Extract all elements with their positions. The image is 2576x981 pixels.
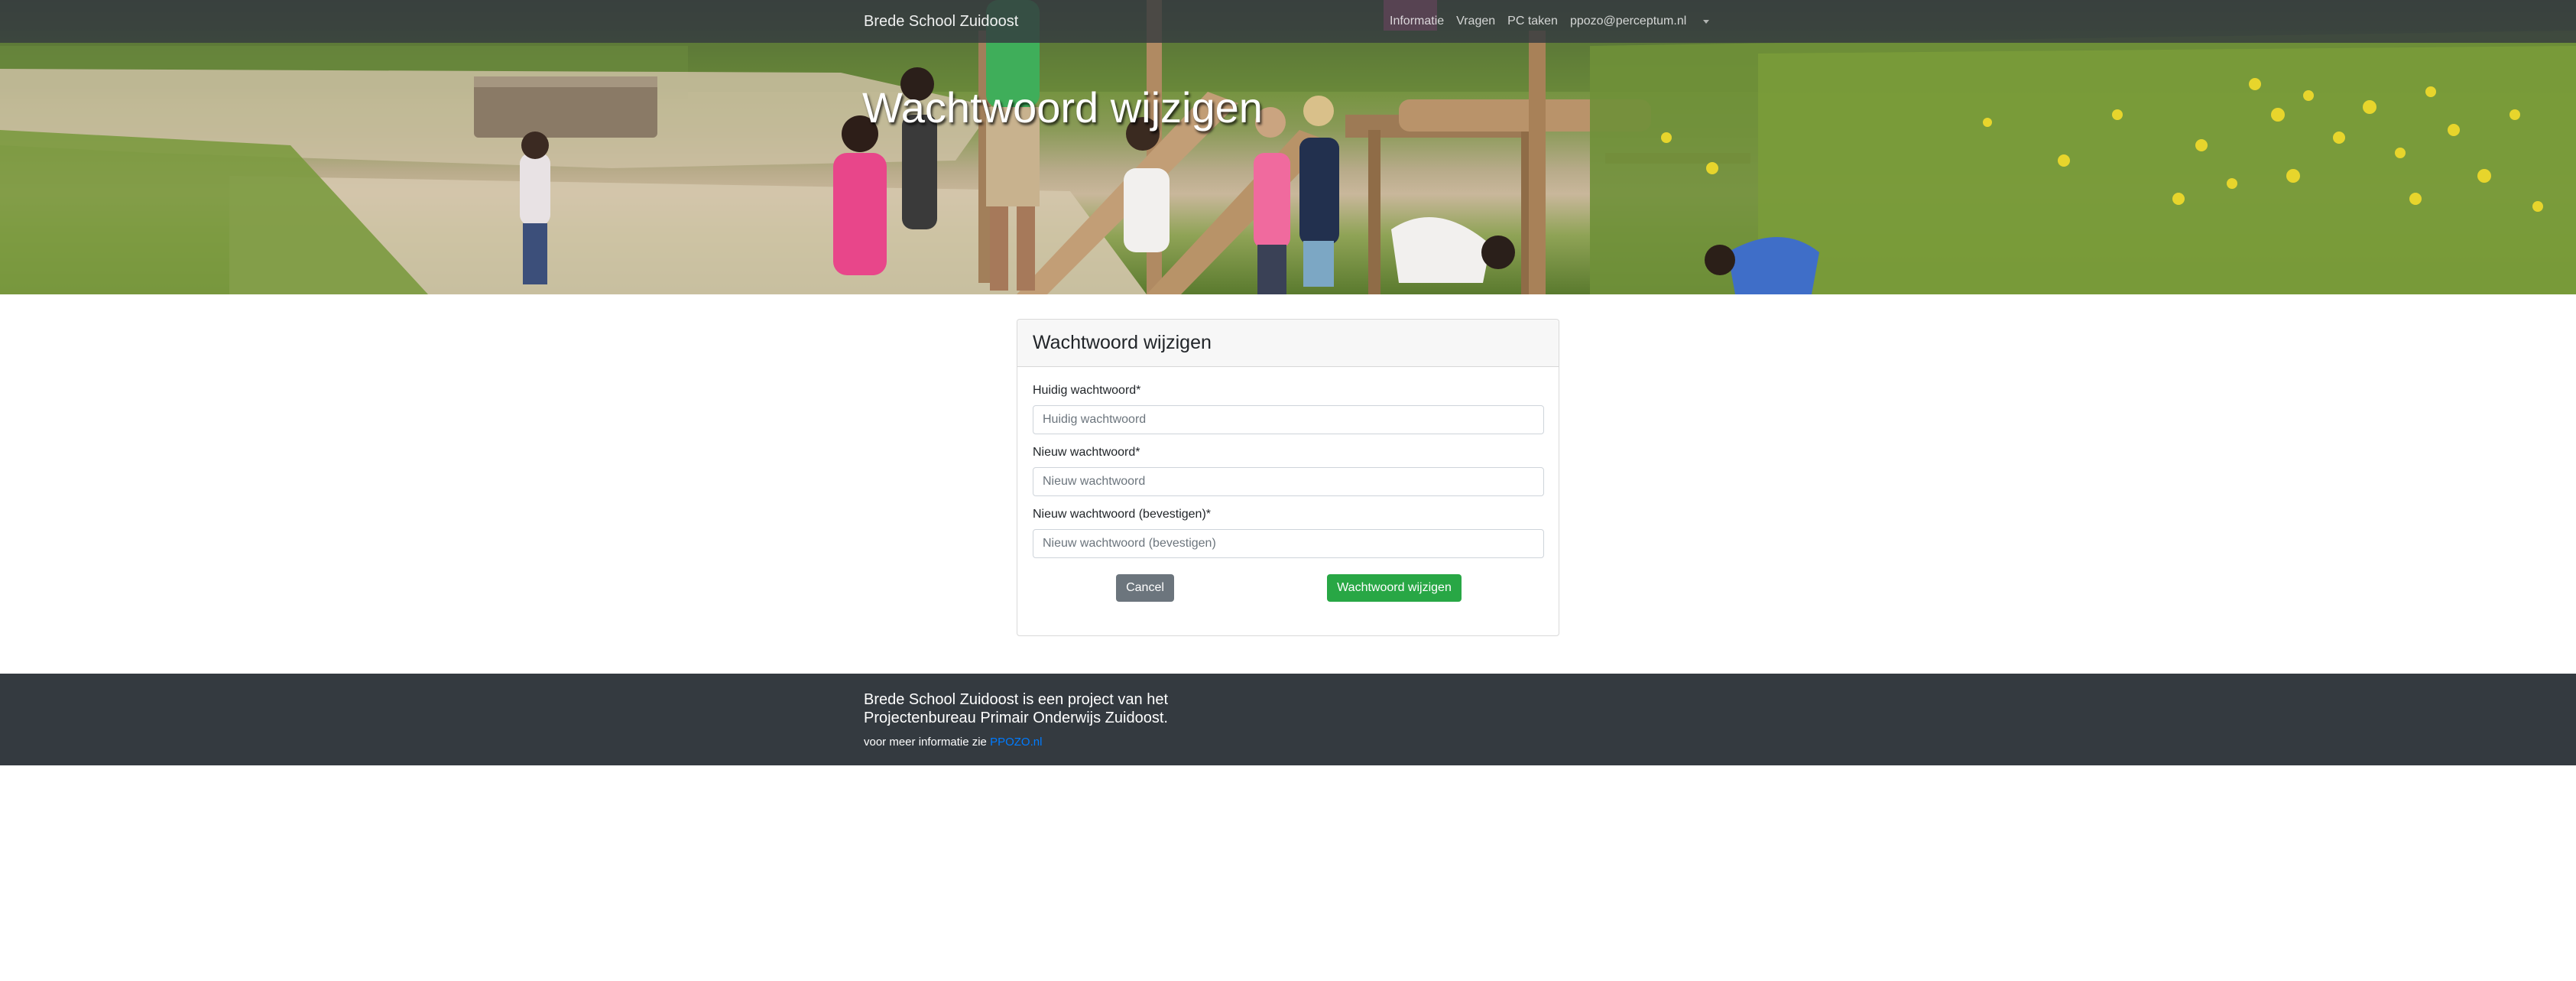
footer-description: Brede School Zuidoost is een project van… [864,691,1169,726]
caret-down-icon[interactable] [1703,19,1710,24]
current-password-input[interactable] [1033,405,1544,434]
nav-link-pc-taken[interactable]: PC taken [1501,15,1564,28]
form-actions: Cancel Wachtwoord wijzigen [1033,570,1543,616]
nav-link-vragen[interactable]: Vragen [1450,15,1501,28]
top-navbar: Brede School Zuidoost Informatie Vragen … [0,0,2576,43]
nav-links: Informatie Vragen PC taken ppozo@percept… [1384,0,1710,43]
new-password-label: Nieuw wachtwoord* [1033,446,1140,459]
current-password-group: Huidig wachtwoord* [1033,384,1544,434]
hero-banner: Wachtwoord wijzigen [0,0,2576,294]
footer-info: voor meer informatie zie PPOZO.nl [864,736,1042,749]
change-password-card: Wachtwoord wijzigen Huidig wachtwoord* N… [1017,319,1559,636]
footer-info-prefix: voor meer informatie zie [864,736,987,749]
brand-link[interactable]: Brede School Zuidoost [864,0,1018,43]
current-password-label: Huidig wachtwoord* [1033,384,1141,397]
hero-title: Wachtwoord wijzigen [862,83,1263,132]
ppozo-link[interactable]: PPOZO.nl [990,736,1042,749]
confirm-password-label: Nieuw wachtwoord (bevestigen)* [1033,508,1211,521]
change-password-form: Huidig wachtwoord* Nieuw wachtwoord* Nie… [1017,367,1559,616]
change-password-button[interactable]: Wachtwoord wijzigen [1327,574,1462,602]
new-password-input[interactable] [1033,467,1544,496]
footer: Brede School Zuidoost is een project van… [0,674,2576,765]
confirm-password-group: Nieuw wachtwoord (bevestigen)* [1033,508,1544,558]
confirm-password-input[interactable] [1033,529,1544,558]
new-password-group: Nieuw wachtwoord* [1033,446,1544,496]
cancel-button[interactable]: Cancel [1116,574,1174,602]
nav-link-user-email[interactable]: ppozo@perceptum.nl [1564,15,1692,28]
hero-photo [0,0,2576,294]
card-title: Wachtwoord wijzigen [1017,320,1559,367]
nav-link-informatie[interactable]: Informatie [1384,15,1450,28]
